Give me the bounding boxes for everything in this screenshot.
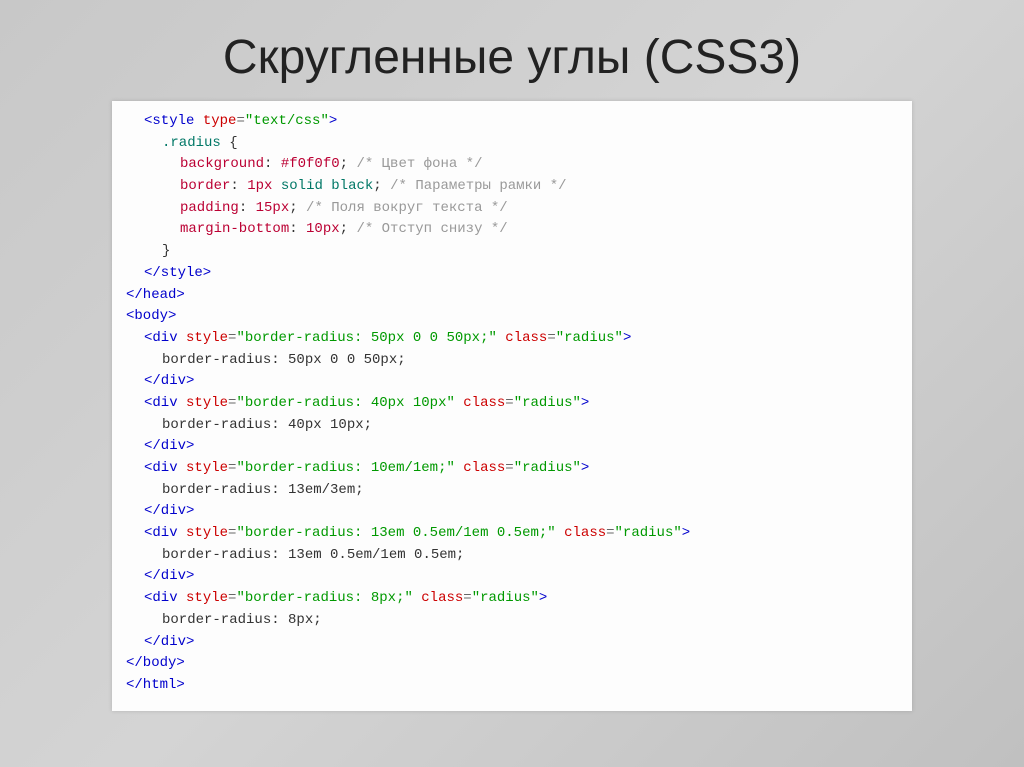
code-text: > [581, 460, 589, 476]
code-text: padding [180, 200, 239, 216]
code-text: > [581, 395, 589, 411]
code-block: <style type="text/css">.radius {backgrou… [112, 101, 912, 711]
code-text: margin-bottom [180, 221, 289, 237]
page-title: Скругленные углы (CSS3) [0, 30, 1024, 85]
code-text: = [463, 590, 471, 606]
code-text: .radius [162, 135, 221, 151]
code-text: ; [340, 156, 348, 172]
code-text: style [186, 330, 228, 346]
code-text: "radius" [514, 395, 581, 411]
code-text: </body> [126, 655, 185, 671]
code-text: </div> [144, 438, 194, 454]
code-text: "border-radius: 8px;" [236, 590, 412, 606]
code-text: border-radius: 8px; [162, 612, 322, 628]
code-text: > [329, 113, 337, 129]
code-text: <div [144, 525, 178, 541]
code-text: border-radius: 13em/3em; [162, 482, 364, 498]
code-text: ; [289, 200, 297, 216]
code-text: 1px [247, 178, 272, 194]
code-text: <div [144, 590, 178, 606]
code-text: <style [144, 113, 194, 129]
code-text: #f0f0f0 [281, 156, 340, 172]
code-text: "border-radius: 10em/1em;" [236, 460, 454, 476]
code-text: = [505, 460, 513, 476]
code-text: ; [373, 178, 381, 194]
code-text: 10px [306, 221, 340, 237]
code-text: > [623, 330, 631, 346]
code-text: "border-radius: 13em 0.5em/1em 0.5em;" [236, 525, 555, 541]
code-text: </div> [144, 503, 194, 519]
code-text: border-radius: 50px 0 0 50px; [162, 352, 406, 368]
code-text: style [186, 395, 228, 411]
code-text: "radius" [615, 525, 682, 541]
code-text: <body> [126, 308, 176, 324]
slide: Скругленные углы (CSS3) <style type="tex… [0, 0, 1024, 767]
code-text: /* Параметры рамки */ [390, 178, 566, 194]
code-text: { [229, 135, 237, 151]
code-text: <div [144, 460, 178, 476]
code-text: border [180, 178, 230, 194]
code-text: "border-radius: 50px 0 0 50px;" [236, 330, 496, 346]
code-text: </div> [144, 634, 194, 650]
code-text: black [331, 178, 373, 194]
code-text: "text/css" [245, 113, 329, 129]
code-text: style [186, 460, 228, 476]
code-text: class [463, 460, 505, 476]
code-text: "radius" [472, 590, 539, 606]
code-text: </div> [144, 568, 194, 584]
code-text: = [236, 113, 244, 129]
code-text: </div> [144, 373, 194, 389]
code-text: background [180, 156, 264, 172]
code-text: <div [144, 395, 178, 411]
code-text: type [203, 113, 237, 129]
code-text: = [606, 525, 614, 541]
code-text: > [539, 590, 547, 606]
code-text: = [547, 330, 555, 346]
code-text: } [162, 243, 170, 259]
code-text: <div [144, 330, 178, 346]
code-text: style [186, 590, 228, 606]
code-text: </style> [144, 265, 211, 281]
code-text: /* Поля вокруг текста */ [306, 200, 508, 216]
code-text: "border-radius: 40px 10px" [236, 395, 454, 411]
code-text: border-radius: 13em 0.5em/1em 0.5em; [162, 547, 464, 563]
code-text: ; [340, 221, 348, 237]
code-text: > [682, 525, 690, 541]
code-text: style [186, 525, 228, 541]
code-text: class [564, 525, 606, 541]
code-text: border-radius: 40px 10px; [162, 417, 372, 433]
code-text: class [463, 395, 505, 411]
code-text: 15px [256, 200, 290, 216]
code-text: class [421, 590, 463, 606]
code-text: solid [281, 178, 323, 194]
code-text: /* Цвет фона */ [356, 156, 482, 172]
code-text: </head> [126, 287, 185, 303]
code-text: </html> [126, 677, 185, 693]
code-text: /* Отступ снизу */ [356, 221, 507, 237]
code-text: = [505, 395, 513, 411]
code-text: class [505, 330, 547, 346]
code-text: "radius" [514, 460, 581, 476]
code-text: "radius" [556, 330, 623, 346]
